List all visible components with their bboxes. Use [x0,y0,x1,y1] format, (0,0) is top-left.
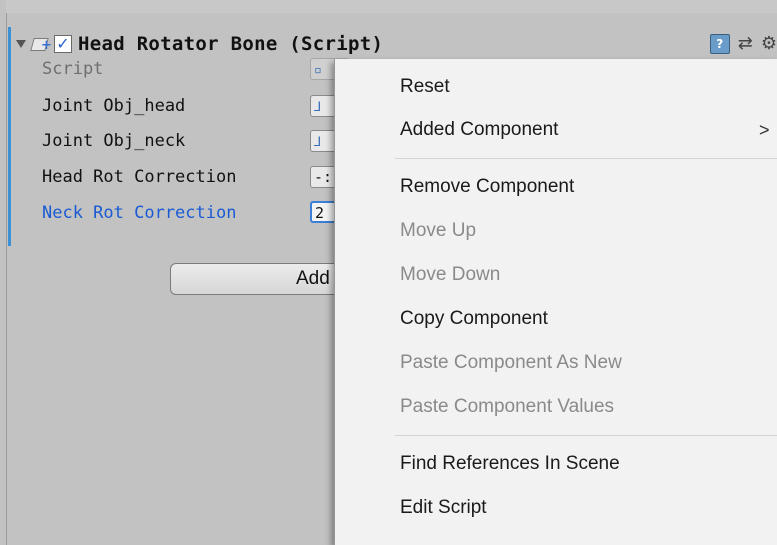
menu-item-edit-script[interactable]: Edit Script [400,488,487,528]
submenu-arrow-icon: > [759,120,770,140]
menu-item-find-references-in-scene[interactable]: Find References In Scene [400,444,620,484]
component-context-menu: Reset Added Component > Remove Component… [334,59,777,545]
component-header[interactable]: + ✓ Head Rotator Bone (Script) ? ⇄ ⚙ [12,29,777,59]
help-book-icon[interactable]: ? [709,33,730,54]
menu-separator [395,158,777,159]
menu-item-paste-component-as-new: Paste Component As New [400,352,622,373]
field-label-script: Script [42,59,104,79]
field-label-neck-rot-correction: Neck Rot Correction [42,203,237,223]
script-component-icon: + [30,37,52,52]
field-label-head-rot-correction: Head Rot Correction [42,167,237,187]
menu-item-move-up: Move Up [400,220,477,241]
menu-item-paste-component-values: Paste Component Values [400,396,615,417]
component-enabled-checkbox[interactable]: ✓ [54,35,72,53]
menu-item-move-down: Move Down [400,264,501,285]
gear-icon[interactable]: ⚙ [761,33,777,54]
foldout-arrow-icon[interactable] [16,40,26,48]
menu-separator [395,435,777,436]
field-label-joint-obj-neck: Joint Obj_neck [42,131,186,151]
field-label-joint-obj-head: Joint Obj_head [42,96,186,116]
preset-icon[interactable]: ⇄ [738,33,753,54]
menu-item-copy-component[interactable]: Copy Component [400,299,548,339]
menu-item-reset[interactable]: Reset [400,67,450,107]
menu-item-added-component[interactable]: Added Component [400,110,558,150]
transform-icon: ⅃ [314,100,322,115]
transform-icon: ⅃ [314,135,322,150]
menu-item-remove-component[interactable]: Remove Component [400,167,574,207]
inspector-top-strip [6,0,777,13]
script-asset-icon: ▫ [314,63,322,78]
add-component-label: Add [296,268,330,289]
component-title: Head Rotator Bone (Script) [78,33,384,55]
